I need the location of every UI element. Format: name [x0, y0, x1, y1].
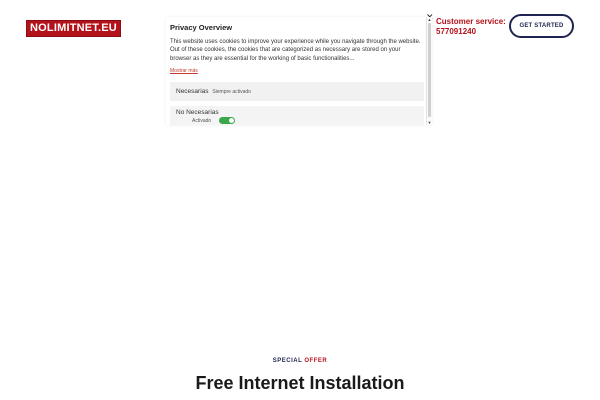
modal-description: This website uses cookies to improve you… — [170, 39, 421, 62]
toggle-status-label: Activado — [192, 118, 212, 124]
show-more-link[interactable]: Mostrar más — [170, 68, 198, 74]
always-enabled-text: Siempre activado — [212, 89, 251, 95]
modal-content: Privacy Overview This website uses cooki… — [166, 17, 426, 125]
customer-service: Customer service: 577091240 — [436, 17, 506, 37]
page: NOLIMITNET.EU Customer service: 57709124… — [0, 0, 600, 400]
customer-service-phone[interactable]: 577091240 — [436, 27, 506, 37]
modal-scrollbar[interactable]: ▲ ▼ — [426, 17, 432, 125]
unnecessary-cookies-toggle[interactable] — [219, 116, 235, 124]
category-necessary-label: Necesarias Siempre activado — [176, 88, 251, 95]
scrollbar-thumb[interactable] — [428, 23, 431, 117]
toggle-knob — [229, 117, 234, 123]
category-necessary[interactable]: Necesarias Siempre activado — [170, 82, 424, 101]
eyebrow-offer: OFFER — [304, 358, 328, 364]
section-headline: Free Internet Installation — [195, 373, 405, 393]
category-unnecessary-title: No Necesarias — [176, 109, 219, 116]
cookie-consent-modal: Privacy Overview This website uses cooki… — [166, 13, 434, 125]
customer-service-label: Customer service: — [436, 17, 506, 26]
category-unnecessary[interactable]: No Necesarias Activado — [170, 106, 424, 125]
scroll-up-icon[interactable]: ▲ — [427, 17, 432, 22]
category-necessary-title: Necesarias — [176, 88, 209, 95]
get-started-button[interactable]: GET STARTED — [509, 14, 574, 38]
modal-title: Privacy Overview — [170, 23, 233, 32]
site-logo[interactable]: NOLIMITNET.EU — [26, 20, 121, 37]
section-eyebrow: SPECIAL OFFER — [0, 358, 600, 364]
scroll-down-icon[interactable]: ▼ — [427, 120, 432, 125]
eyebrow-special: SPECIAL — [272, 358, 303, 364]
